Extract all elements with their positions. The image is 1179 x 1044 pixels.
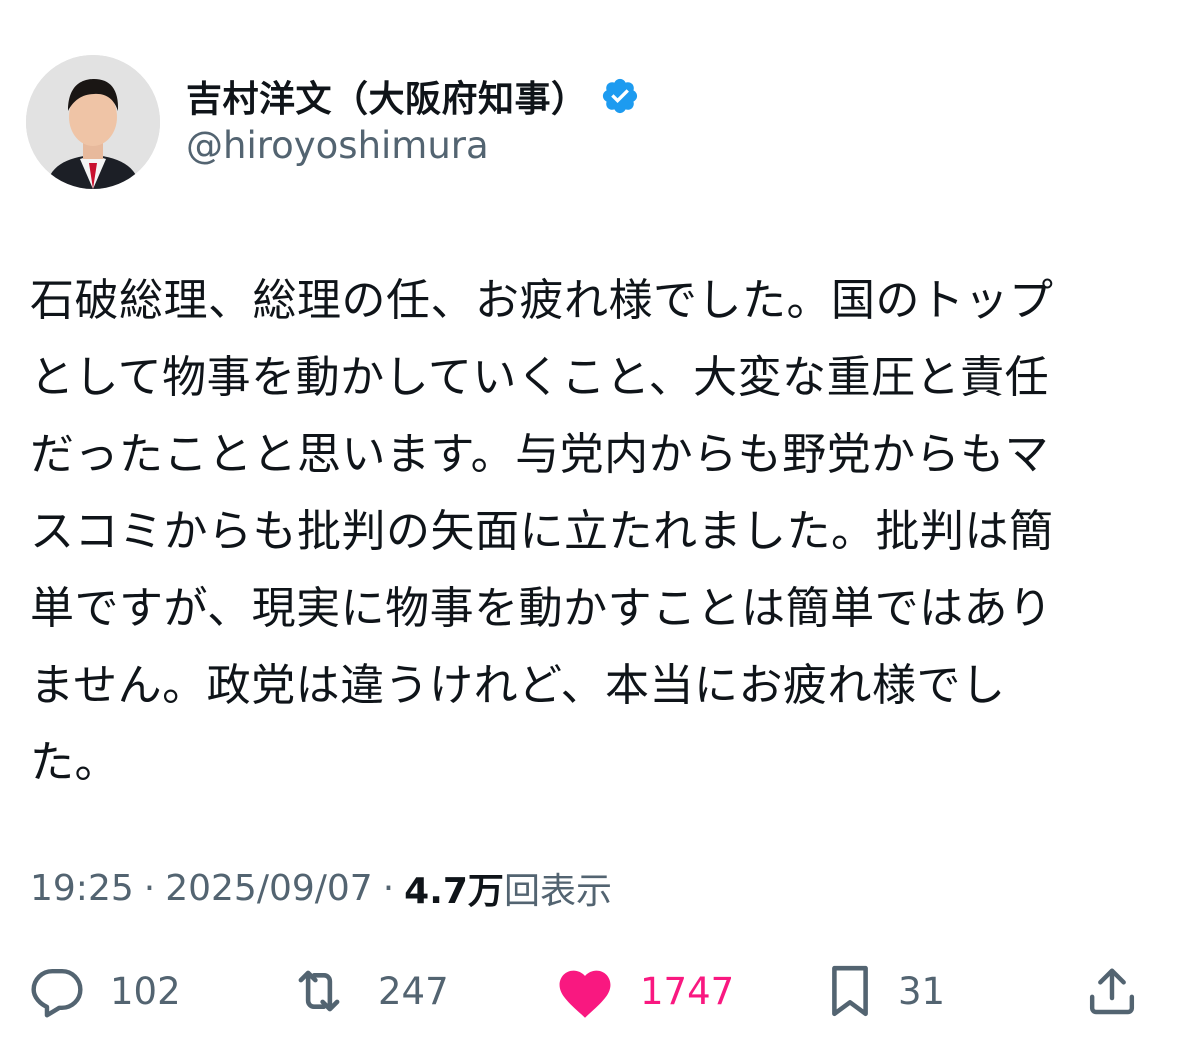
author-handle[interactable]: @hiroyoshimura xyxy=(186,124,489,167)
retweet-icon xyxy=(298,970,340,1012)
retweet-count: 247 xyxy=(378,969,449,1013)
views-count[interactable]: 4.7万 xyxy=(404,862,504,914)
share-icon xyxy=(1089,968,1135,1015)
views-label: 回表示 xyxy=(503,871,612,912)
verified-badge-icon xyxy=(602,78,637,114)
like-count: 1747 xyxy=(640,969,735,1013)
bookmark-button[interactable]: 31 xyxy=(826,958,945,1024)
tweet-time[interactable]: 19:25 xyxy=(30,868,134,909)
like-button[interactable]: 1747 xyxy=(554,958,734,1024)
retweet-button[interactable]: 247 xyxy=(284,958,449,1024)
avatar[interactable] xyxy=(26,55,160,189)
share-button[interactable] xyxy=(1084,958,1140,1024)
author-name-row[interactable]: 吉村洋文（大阪府知事） xyxy=(186,72,640,120)
heart-icon xyxy=(559,970,611,1018)
reply-count: 102 xyxy=(110,969,181,1013)
profile-photo xyxy=(26,55,160,189)
reply-button[interactable]: 102 xyxy=(28,958,181,1024)
action-bar: 102 247 1747 31 xyxy=(0,958,1179,1024)
tweet-meta: 19:25 · 2025/09/07 · 4.7万 回表示 xyxy=(30,862,612,914)
meta-separator: · xyxy=(382,867,395,909)
reply-icon xyxy=(31,968,83,1018)
tweet-text: 石破総理、総理の任、お疲れ様でした。国のトップ として物事を動かしていくこと、大… xyxy=(30,275,1054,788)
tweet-date[interactable]: 2025/09/07 xyxy=(165,868,373,909)
meta-separator: · xyxy=(143,867,156,909)
bookmark-icon xyxy=(832,965,868,1017)
bookmark-count: 31 xyxy=(898,969,946,1013)
author-display-name[interactable]: 吉村洋文（大阪府知事） xyxy=(186,70,588,122)
